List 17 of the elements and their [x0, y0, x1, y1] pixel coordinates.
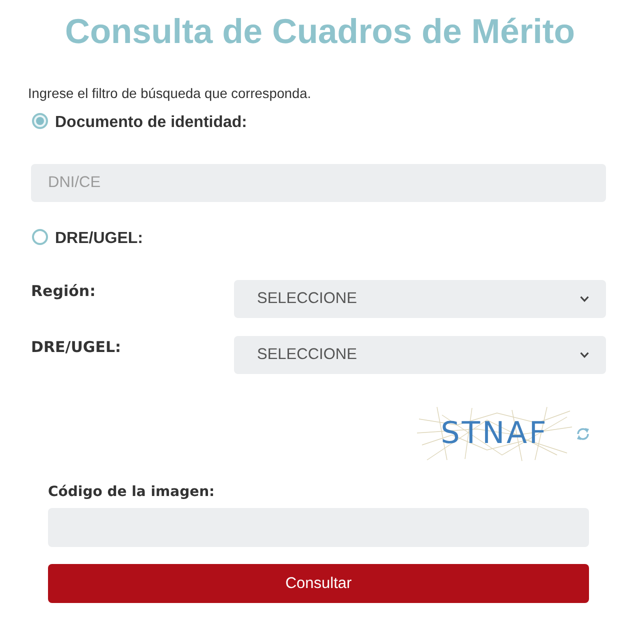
radio-button[interactable]	[32, 113, 48, 129]
dropdown-select[interactable]: SELECCIONE	[234, 280, 606, 318]
consultar-button[interactable]: Consultar	[48, 564, 589, 603]
field-label: DRE/UGEL:	[31, 337, 122, 356]
option-label: Documento de identidad:	[55, 113, 247, 132]
captcha-text: STNAF	[440, 416, 548, 450]
field-label: Región:	[31, 281, 97, 300]
instruction-text: Ingrese el filtro de búsqueda que corresponda.	[28, 86, 312, 102]
radio-button[interactable]	[32, 229, 48, 245]
page-title: Consulta de Cuadros de Mérito	[65, 12, 575, 52]
chevron-down-icon	[580, 352, 589, 358]
refresh-icon[interactable]	[576, 426, 590, 440]
document-number-input[interactable]: DNI/CE	[31, 164, 606, 202]
option-label: DRE/UGEL:	[55, 229, 143, 248]
chevron-down-icon	[580, 296, 589, 302]
field-label: Código de la imagen:	[48, 483, 215, 501]
dropdown-select[interactable]: SELECCIONE	[234, 336, 606, 374]
